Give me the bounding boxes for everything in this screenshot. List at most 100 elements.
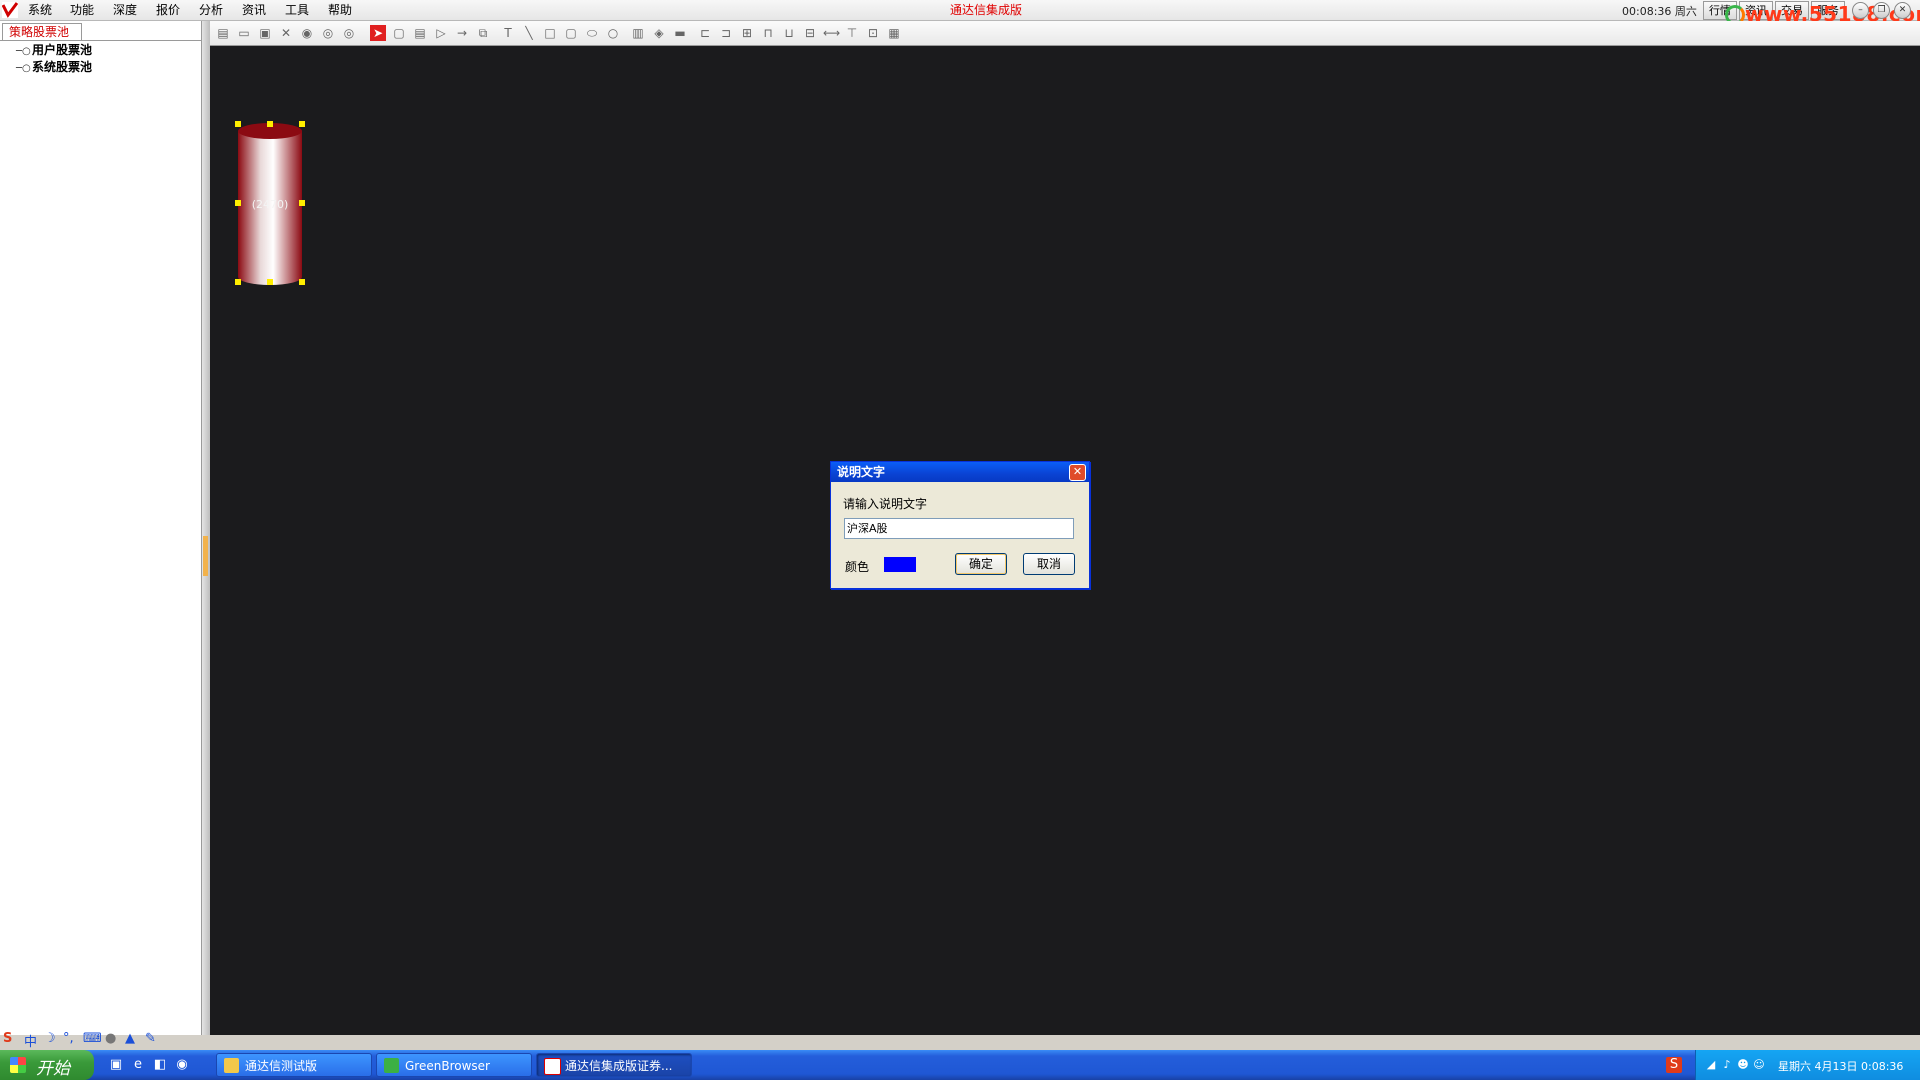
app-title: 通达信集成版 <box>950 3 1023 17</box>
menu-tools[interactable]: 工具 <box>283 2 311 18</box>
ie-icon[interactable]: e <box>130 1057 146 1073</box>
space-vertical-icon[interactable]: ▦ <box>886 25 902 41</box>
space-horizontal-icon[interactable]: ⊡ <box>865 25 881 41</box>
dialog-close-icon[interactable]: ✕ <box>1069 464 1086 481</box>
ime-toolbar: S 中 ☽ °, ⌨ ● ▲ ✎ <box>0 1030 201 1050</box>
ok-button[interactable]: 确定 <box>955 553 1007 575</box>
punctuation-icon[interactable]: °, <box>63 1031 74 1046</box>
explorer-icon[interactable]: ◧ <box>152 1057 168 1073</box>
cancel-button[interactable]: 取消 <box>1023 553 1075 575</box>
top-clock: 00:08:36 周六 <box>1622 5 1697 18</box>
menu-news[interactable]: 资讯 <box>240 2 268 18</box>
stock-pool-panel: 策略股票池 ─○用户股票池 ─○系统股票池 <box>0 21 202 1035</box>
stop-icon[interactable]: ◎ <box>341 25 357 41</box>
splitter-grip[interactable] <box>203 536 208 576</box>
align-bottom-icon[interactable]: ⊔ <box>781 25 797 41</box>
task-label: GreenBrowser <box>405 1059 490 1073</box>
dialog-prompt: 请输入说明文字 <box>843 497 928 511</box>
tree-item-label: 用户股票池 <box>32 43 93 57</box>
sogou-icon[interactable]: S <box>3 1031 12 1046</box>
line-tool-icon[interactable]: ╲ <box>521 25 537 41</box>
ellipse-tool-icon[interactable]: ⬭ <box>584 25 600 41</box>
windows-flag-icon <box>10 1057 26 1073</box>
trash-icon[interactable]: ▥ <box>630 25 646 41</box>
tree-connector-icon: ─○ <box>16 63 31 74</box>
moon-icon[interactable]: ☽ <box>44 1031 56 1046</box>
pointer-tool-icon[interactable]: ➤ <box>370 25 386 41</box>
menu-depth[interactable]: 深度 <box>111 2 139 18</box>
triangle-tool-icon[interactable]: ▷ <box>433 25 449 41</box>
align-right-icon[interactable]: ⊐ <box>718 25 734 41</box>
menu-bar: 系统 功能 深度 报价 分析 资讯 工具 帮助 通达信集成版 00:08:36 … <box>0 0 1920 26</box>
save-icon[interactable]: ▣ <box>257 25 273 41</box>
tab-divider <box>0 40 201 41</box>
align-top-icon[interactable]: ⊓ <box>760 25 776 41</box>
menu-analysis[interactable]: 分析 <box>197 2 225 18</box>
restore-icon[interactable]: ❐ <box>1873 2 1890 19</box>
wrench-icon[interactable]: ✎ <box>145 1031 156 1046</box>
dialog-title: 说明文字 <box>837 465 886 479</box>
qq-icon[interactable]: ☻ <box>1736 1058 1750 1072</box>
delete-icon[interactable]: ✕ <box>278 25 294 41</box>
task-label: 通达信集成版证券... <box>565 1059 673 1073</box>
start-label: 开始 <box>36 1059 70 1079</box>
rounded-rect-tool-icon[interactable]: ▢ <box>391 25 407 41</box>
task-tdx-integrated[interactable]: 通达信集成版证券... <box>536 1053 692 1077</box>
user-icon[interactable]: ● <box>105 1031 116 1046</box>
minimize-icon[interactable]: – <box>1852 2 1869 19</box>
skin-icon[interactable]: ▲ <box>125 1031 135 1046</box>
system-tray: ◢ ♪ ☻ ☺ 星期六 4月13日 0:08:36 <box>1695 1050 1920 1080</box>
cylinder-shape[interactable]: (2470) <box>232 121 308 291</box>
panel-splitter[interactable] <box>202 21 210 1035</box>
text-tool-icon[interactable]: T <box>500 25 516 41</box>
fill-color-icon[interactable]: ◈ <box>651 25 667 41</box>
circle-tool-icon[interactable]: ○ <box>605 25 621 41</box>
messenger-icon[interactable]: ☺ <box>1752 1058 1766 1072</box>
volume-icon[interactable]: ♪ <box>1720 1058 1734 1072</box>
show-desktop-icon[interactable]: ▣ <box>108 1057 124 1073</box>
open-file-icon[interactable]: ▭ <box>236 25 252 41</box>
tab-strategy-stock-pool[interactable]: 策略股票池 <box>2 23 83 40</box>
keyboard-icon[interactable]: ⌨ <box>83 1031 102 1046</box>
task-tdx-test[interactable]: 通达信测试版 <box>216 1053 372 1077</box>
arrow-tool-icon[interactable]: → <box>454 25 470 41</box>
menu-help[interactable]: 帮助 <box>326 2 354 18</box>
align-left-icon[interactable]: ⊏ <box>697 25 713 41</box>
menu-function[interactable]: 功能 <box>68 2 96 18</box>
tree-item-system-pool[interactable]: ─○系统股票池 <box>16 59 92 75</box>
caption-input[interactable]: 沪深A股 <box>844 518 1074 539</box>
dialog-titlebar[interactable]: 说明文字 ✕ <box>831 462 1089 482</box>
menu-quote[interactable]: 报价 <box>154 2 182 18</box>
folder-icon <box>224 1058 239 1073</box>
chinese-mode-icon[interactable]: 中 <box>24 1031 37 1050</box>
copy-tool-icon[interactable]: ⧉ <box>475 25 491 41</box>
network-icon[interactable]: ◢ <box>1704 1058 1718 1072</box>
tree-connector-icon: ─○ <box>16 46 31 57</box>
color-swatch[interactable] <box>884 557 916 572</box>
tree-item-label: 系统股票池 <box>32 60 93 74</box>
color-label: 颜色 <box>845 560 870 574</box>
new-file-icon[interactable]: ▤ <box>215 25 231 41</box>
line-width-icon[interactable]: ▬ <box>672 25 688 41</box>
task-greenbrowser[interactable]: GreenBrowser <box>376 1053 532 1077</box>
rect-tool-icon[interactable]: □ <box>542 25 558 41</box>
tray-clock: 星期六 4月13日 0:08:36 <box>1778 1060 1904 1073</box>
same-width-icon[interactable]: ⟷ <box>823 25 840 41</box>
play-icon[interactable]: ◉ <box>299 25 315 41</box>
same-height-icon[interactable]: ⊤ <box>844 25 860 41</box>
sogou-tray-icon[interactable]: S <box>1666 1057 1682 1073</box>
taskbar: 开始 ▣ e ◧ ◉ 通达信测试版 GreenBrowser 通达信集成版证券.… <box>0 1050 1920 1080</box>
task-label: 通达信测试版 <box>245 1059 318 1073</box>
round-rect-tool-icon[interactable]: ▢ <box>563 25 579 41</box>
list-tool-icon[interactable]: ▤ <box>412 25 428 41</box>
align-middle-icon[interactable]: ⊟ <box>802 25 818 41</box>
tdx-app-icon <box>544 1058 561 1075</box>
tree-item-user-pool[interactable]: ─○用户股票池 <box>16 42 92 58</box>
start-button[interactable]: 开始 <box>0 1050 94 1080</box>
align-center-icon[interactable]: ⊞ <box>739 25 755 41</box>
menu-system[interactable]: 系统 <box>26 2 54 18</box>
close-icon[interactable]: ✕ <box>1894 2 1911 19</box>
browser-icon[interactable]: ◉ <box>174 1057 190 1073</box>
greenbrowser-icon <box>384 1058 399 1073</box>
pause-icon[interactable]: ◎ <box>320 25 336 41</box>
